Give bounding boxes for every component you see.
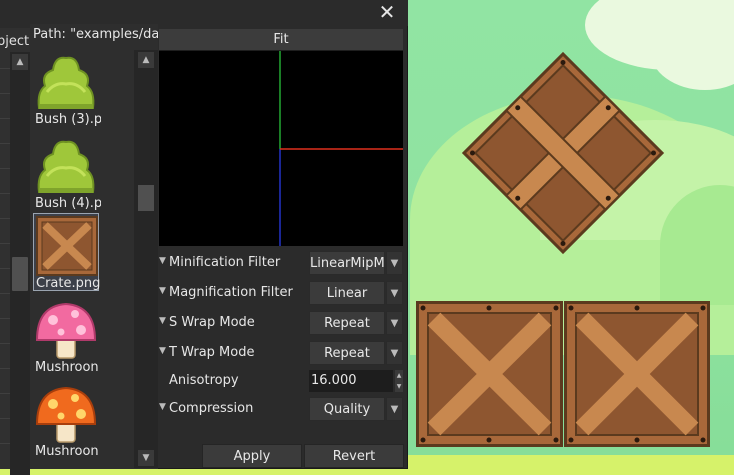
- file-item-label: Bush (4).p: [35, 196, 101, 211]
- anisotropy-value[interactable]: 16.000: [309, 370, 393, 392]
- file-item-label: Mushroon: [35, 444, 99, 459]
- scroll-up-icon[interactable]: ▲: [138, 52, 154, 68]
- scroll-thumb[interactable]: [12, 257, 28, 291]
- crate-right: [564, 301, 710, 447]
- dropdown-value[interactable]: Quality: [309, 397, 385, 421]
- dropdown-value[interactable]: LinearMipM: [309, 251, 385, 275]
- texture-import-window: ✕ bject ▲ Path: "examples/dat Bush (3).p: [0, 0, 408, 475]
- object-panel-label: bject: [0, 34, 30, 49]
- file-browser-scrollbar[interactable]: ▲ ▼: [134, 50, 158, 468]
- s-wrap-mode-label: S Wrap Mode: [169, 315, 255, 330]
- t-wrap-mode-dropdown[interactable]: Repeat ▼: [309, 341, 403, 365]
- expander-icon[interactable]: ▼: [159, 286, 169, 296]
- minification-filter-row: ▼ Minification Filter LinearMipM ▼: [157, 250, 403, 276]
- minification-filter-label: Minification Filter: [169, 255, 281, 270]
- file-item-label: Mushroon: [35, 360, 99, 375]
- fit-button[interactable]: Fit: [159, 29, 403, 51]
- preview-axes: [279, 51, 403, 246]
- t-wrap-mode-row: ▼ T Wrap Mode Repeat ▼: [157, 340, 403, 366]
- file-item-label: Bush (3).p: [35, 112, 101, 127]
- chevron-down-icon[interactable]: ▼: [386, 397, 403, 421]
- expander-icon[interactable]: ▼: [159, 346, 169, 356]
- expander-icon[interactable]: ▼: [159, 256, 169, 266]
- file-item-bush-4[interactable]: Bush (4).p: [33, 134, 101, 212]
- s-wrap-mode-row: ▼ S Wrap Mode Repeat ▼: [157, 310, 403, 336]
- compression-label: Compression: [169, 401, 254, 416]
- file-item-mushroom-2[interactable]: Mushroon: [33, 382, 99, 460]
- scroll-thumb[interactable]: [138, 185, 154, 211]
- scroll-down-icon[interactable]: ▼: [138, 450, 154, 466]
- object-panel: bject ▲: [0, 28, 30, 475]
- file-item-mushroom-1[interactable]: Mushroon: [33, 298, 99, 376]
- expander-icon[interactable]: ▼: [159, 316, 169, 326]
- magnification-filter-label: Magnification Filter: [169, 285, 293, 300]
- scroll-up-icon[interactable]: ▲: [12, 54, 28, 70]
- file-item-crate[interactable]: Crate.png: [33, 213, 101, 291]
- apply-button[interactable]: Apply: [202, 444, 302, 468]
- close-icon[interactable]: ✕: [376, 2, 398, 24]
- title-bar[interactable]: [0, 0, 408, 26]
- anisotropy-field[interactable]: 16.000 ▲ ▼: [309, 370, 403, 392]
- anisotropy-row: Anisotropy 16.000 ▲ ▼: [157, 368, 403, 394]
- crate-left: [416, 301, 563, 447]
- mushroom-pink-icon: [35, 302, 97, 359]
- object-panel-scrollbar[interactable]: ▲: [10, 52, 30, 475]
- bush-icon: [37, 140, 95, 193]
- file-item-bush-3[interactable]: Bush (3).p: [33, 50, 101, 128]
- dropdown-value[interactable]: Repeat: [309, 341, 385, 365]
- t-wrap-mode-label: T Wrap Mode: [169, 345, 255, 360]
- minification-filter-dropdown[interactable]: LinearMipM ▼: [309, 251, 403, 275]
- chevron-down-icon[interactable]: ▼: [386, 281, 403, 305]
- chevron-down-icon[interactable]: ▼: [386, 311, 403, 335]
- crate-icon: [36, 216, 98, 276]
- mushroom-orange-icon: [35, 386, 97, 443]
- file-item-label: Crate.png: [36, 276, 101, 291]
- crate-rotated: [461, 51, 665, 255]
- compression-row: ▼ Compression Quality ▼: [157, 396, 403, 422]
- spinner-icon[interactable]: ▲ ▼: [395, 370, 403, 392]
- file-browser: Path: "examples/dat Bush (3).p Bush (4).…: [30, 24, 158, 469]
- bush-icon: [37, 56, 95, 109]
- texture-preview[interactable]: [159, 51, 403, 246]
- chevron-down-icon[interactable]: ▼: [386, 341, 403, 365]
- s-wrap-mode-dropdown[interactable]: Repeat ▼: [309, 311, 403, 335]
- dropdown-value[interactable]: Repeat: [309, 311, 385, 335]
- magnification-filter-row: ▼ Magnification Filter Linear ▼: [157, 280, 403, 306]
- compression-dropdown[interactable]: Quality ▼: [309, 397, 403, 421]
- path-label: Path: "examples/dat: [33, 27, 158, 42]
- revert-button[interactable]: Revert: [304, 444, 404, 468]
- expander-icon[interactable]: ▼: [159, 402, 169, 412]
- dropdown-value[interactable]: Linear: [309, 281, 385, 305]
- chevron-down-icon[interactable]: ▼: [386, 251, 403, 275]
- anisotropy-label: Anisotropy: [169, 373, 239, 388]
- magnification-filter-dropdown[interactable]: Linear ▼: [309, 281, 403, 305]
